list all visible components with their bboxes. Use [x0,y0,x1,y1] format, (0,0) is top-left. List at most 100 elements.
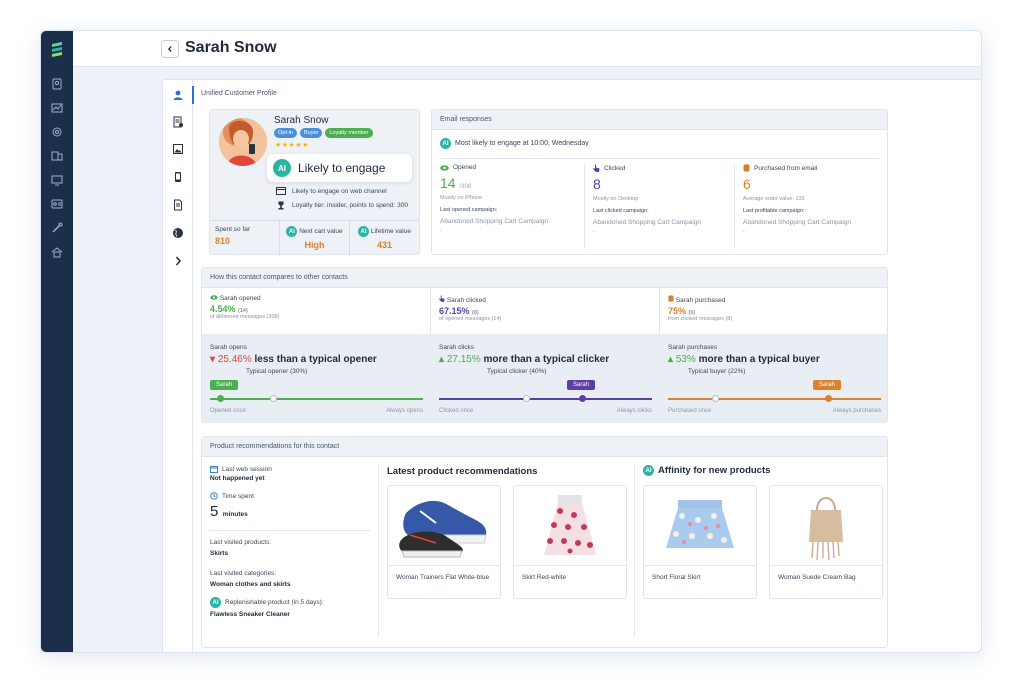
band-opens-right: Always opens [385,408,423,414]
email-card-title: Email responses [432,110,887,130]
product-name: Woman Trainers Flat White-blue [396,574,490,581]
visited-categories-value: Woman clothes and skirts [210,581,291,588]
contacts-icon[interactable] [50,77,64,91]
web-activity: Last web session Not happened yet Time s… [210,465,370,618]
tab-document[interactable] [163,196,193,214]
ai-icon: AI [210,597,221,608]
stat-lifetime-label-row: AI Lifetime value [355,226,414,237]
stat-spent-value: 810 [215,236,231,246]
opened-note: Mostly on iPhone [440,195,483,201]
band-purchases-left: Purchased once [668,408,712,414]
arrow-down-icon: ▾ [210,354,216,365]
eye-icon [440,164,449,171]
ai-icon: AI [358,226,370,237]
sarah-marker [825,395,832,402]
typical-marker [712,395,719,402]
automation-icon[interactable] [50,173,64,187]
clicked-note: Mostly on Desktop [593,196,639,202]
time-spent-value: 5 [210,503,219,520]
band-purchases-text: more than a typical buyer [698,354,820,365]
band-opens-text: less than a typical opener [254,354,377,365]
band-opens-headline: ▾ 25.46% less than a typical opener [210,354,423,365]
home-icon[interactable] [50,245,64,259]
campaigns-icon[interactable] [50,149,64,163]
purchased-dash: - [743,229,745,235]
tab-image[interactable] [163,140,193,158]
chevron-left-icon [167,46,172,52]
profile-card: Sarah Snow Opt-in Buyer Loyalty member ★… [209,109,420,256]
tools-icon[interactable] [50,221,64,235]
band-clicks-right: Always clicks [616,408,652,414]
hand-pointer-icon [439,295,445,302]
audience-icon[interactable] [50,197,64,211]
tab-profile[interactable] [163,86,194,104]
logo-icon[interactable] [47,39,67,59]
profile-panel: Unified Customer Profile Sarah Snow Opt-… [162,79,981,652]
latest-recs-title: Latest product recommendations [387,466,538,477]
stat-next-cart-value: High [304,240,325,250]
band-clicks-title: Sarah clicks [439,344,475,351]
opened-campaign-label: Last opened campaign: [440,207,498,213]
time-spent-unit: minutes [222,511,248,518]
divider [440,158,879,159]
visited-categories-label: Last visited categories: [210,570,277,577]
profile-name: Sarah Snow [274,115,329,126]
purchased-label: Purchased from email [754,164,818,172]
stat-lifetime: AI Lifetime value 431 [350,221,419,256]
email-col-opened: Opened 14 /308 Mostly on iPhone Last ope… [432,164,582,249]
affinity-title: Affinity for new products [658,465,771,476]
stat-next-cart-label: Next cart value [299,228,343,236]
band-opens: Sarah opens ▾ 25.46% less than a typical… [202,334,431,423]
ai-icon: AI [286,226,298,237]
ai-icon: AI [273,159,291,177]
product-card[interactable]: Woman Suede Cream Bag [769,485,883,599]
ai-icon: AI [643,465,654,476]
last-session-value: Not happened yet [210,475,265,482]
badge-buyer: Buyer [299,128,323,138]
time-spent-row: Time spent [210,492,370,500]
opened-value: 14 [440,175,456,191]
browser-icon [276,187,286,195]
profile-icon [173,90,183,100]
tab-web[interactable] [163,224,193,242]
rate-opened-of: of delivered messages (308) [210,314,280,320]
opened-campaign-link[interactable]: Abandoned Shopping Cart Campaign [440,218,582,225]
last-session-row: Last web session [210,465,370,473]
clicked-campaign-link[interactable]: Abandoned Shopping Cart Campaign [593,219,734,226]
comparison-card: How this contact compares to other conta… [201,267,888,423]
sarah-tag: Sarah [567,380,596,390]
product-image-suede-bag [770,486,882,566]
replenish-label: Replenishable product (in 5 days): [225,599,324,606]
web-channel-line: Likely to engage on web channel [276,187,387,195]
stat-spent-label: Spent so far [215,226,251,233]
coins-icon [743,164,750,172]
stat-next-cart-label-row: AI Next cart value [285,226,344,237]
clicked-header: Clicked [593,164,734,172]
tab-details[interactable] [163,113,193,131]
purchased-campaign-link[interactable]: Abandoned Shopping Cart Campaign [743,219,884,226]
settings-icon[interactable] [50,125,64,139]
analytics-icon[interactable] [50,101,64,115]
product-card[interactable]: Skirt Red-white [513,485,627,599]
purchased-note: Average order value: 135 [743,196,805,202]
rate-clicked: Sarah clicked 67.15% (8) of opened messa… [431,288,660,334]
tab-mobile[interactable] [163,168,193,186]
loyalty-text: Loyalty tier: insider, points to spend: … [292,202,408,209]
likely-to-engage-callout: AI Likely to engage [267,154,412,182]
coins-icon [668,295,674,302]
profile-badges: Opt-in Buyer Loyalty member [274,128,373,138]
rate-purchased-head: Sarah purchased [668,295,881,304]
mobile-icon [175,172,181,182]
product-card[interactable]: Short Floral Skirt [643,485,757,599]
web-channel-text: Likely to engage on web channel [292,187,387,195]
image-icon [173,144,183,154]
comparison-bands: Sarah opens ▾ 25.46% less than a typical… [202,334,887,423]
rate-clicked-value-row: 67.15% (8) [439,306,651,316]
product-card[interactable]: Woman Trainers Flat White-blue [387,485,501,599]
back-button[interactable] [161,40,179,58]
arrow-up-icon: ▴ [668,354,674,365]
divider [634,465,635,637]
band-opens-left: Opened once [210,408,247,414]
band-purchases: Sarah purchases ▴ 53% more than a typica… [660,334,889,423]
expand-tabs-button[interactable] [163,252,193,270]
